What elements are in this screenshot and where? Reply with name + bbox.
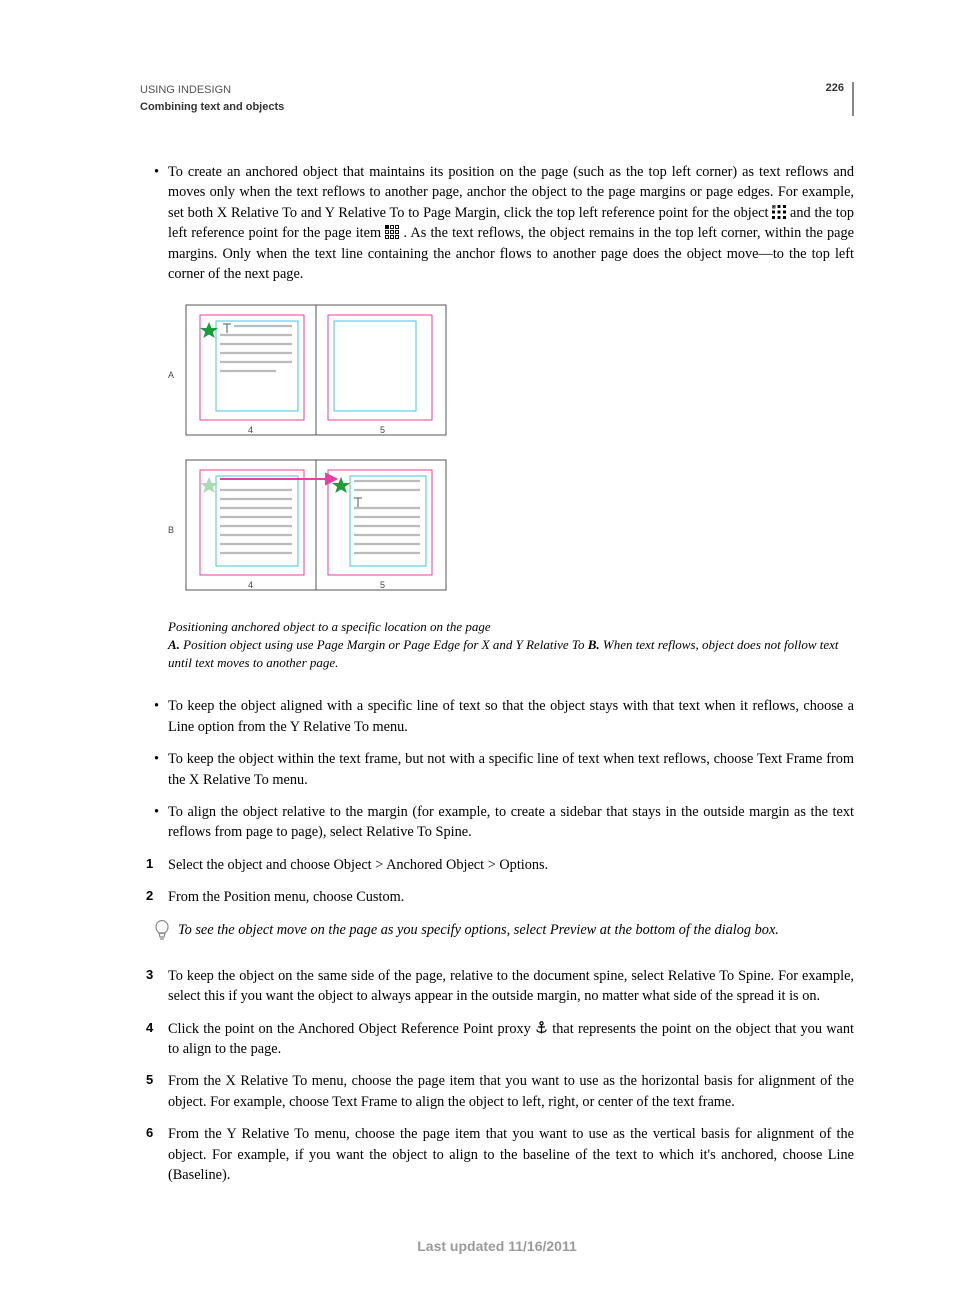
- page-footer: Last updated 11/16/2011: [140, 1238, 854, 1254]
- body-text: To keep the object aligned with a specif…: [168, 698, 854, 734]
- header-product: USING INDESIGN: [140, 82, 284, 99]
- bullet-list-mid: To keep the object aligned with a specif…: [140, 696, 854, 843]
- step-item: From the X Relative To menu, choose the …: [168, 1071, 854, 1112]
- caption-body: A. Position object using use Page Margin…: [168, 636, 854, 672]
- body-text: From the Position menu, choose Custom.: [168, 889, 404, 905]
- page-header: USING INDESIGN Combining text and object…: [140, 82, 854, 116]
- page-content: USING INDESIGN Combining text and object…: [0, 0, 954, 1294]
- body-text: To keep the object on the same side of t…: [168, 968, 854, 1004]
- header-left: USING INDESIGN Combining text and object…: [140, 82, 284, 115]
- header-section: Combining text and objects: [140, 99, 284, 116]
- svg-text:4: 4: [248, 580, 253, 590]
- anchor-icon: [535, 1021, 548, 1035]
- caption-label-a: A.: [168, 637, 180, 652]
- caption-label-b: B.: [588, 637, 600, 652]
- body-text: From the X Relative To menu, choose the …: [168, 1073, 854, 1109]
- svg-text:4: 4: [248, 425, 253, 435]
- lightbulb-icon: [154, 920, 170, 942]
- step-item: To keep the object on the same side of t…: [168, 966, 854, 1007]
- reference-point-object-icon: [772, 205, 786, 219]
- step-item: From the Y Relative To menu, choose the …: [168, 1124, 854, 1185]
- bullet-item: To create an anchored object that mainta…: [168, 162, 854, 285]
- caption-text-a: Position object using use Page Margin or…: [180, 637, 588, 652]
- bullet-list-top: To create an anchored object that mainta…: [140, 162, 854, 285]
- reference-point-page-icon: [385, 225, 399, 239]
- step-item: From the Position menu, choose Custom.: [168, 887, 854, 907]
- svg-text:5: 5: [380, 580, 385, 590]
- figure-label-a: A: [168, 370, 174, 380]
- caption-title: Positioning anchored object to a specifi…: [168, 618, 854, 636]
- page-number: 226: [826, 82, 854, 116]
- body-text: To keep the object within the text frame…: [168, 751, 854, 787]
- bullet-item: To keep the object aligned with a specif…: [168, 696, 854, 737]
- body-text: From the Y Relative To menu, choose the …: [168, 1126, 854, 1183]
- bullet-item: To align the object relative to the marg…: [168, 802, 854, 843]
- tip-text: To see the object move on the page as yo…: [178, 920, 779, 942]
- figure-svg: A: [168, 303, 458, 608]
- figure-label-b: B: [168, 525, 174, 535]
- body-text: Click the point on the Anchored Object R…: [168, 1021, 535, 1037]
- step-list-12: Select the object and choose Object > An…: [140, 855, 854, 908]
- bullet-item: To keep the object within the text frame…: [168, 749, 854, 790]
- body-text: To create an anchored object that mainta…: [168, 164, 854, 221]
- body-text: To align the object relative to the marg…: [168, 804, 854, 840]
- tip: To see the object move on the page as yo…: [154, 920, 854, 942]
- svg-text:5: 5: [380, 425, 385, 435]
- figure: A: [168, 303, 854, 608]
- step-item: Click the point on the Anchored Object R…: [168, 1019, 854, 1060]
- step-list-3456: To keep the object on the same side of t…: [140, 966, 854, 1186]
- step-item: Select the object and choose Object > An…: [168, 855, 854, 875]
- body-text: Select the object and choose Object > An…: [168, 857, 548, 873]
- figure-caption: Positioning anchored object to a specifi…: [168, 618, 854, 673]
